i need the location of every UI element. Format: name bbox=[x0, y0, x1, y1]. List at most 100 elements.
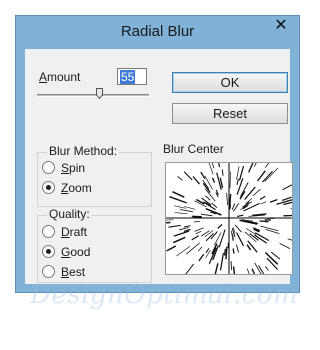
amount-slider-track[interactable] bbox=[37, 94, 149, 97]
blur-streak bbox=[166, 245, 177, 252]
amount-label: Amount bbox=[39, 70, 81, 84]
blur-streak bbox=[218, 229, 226, 248]
radio-zoom[interactable] bbox=[42, 181, 55, 194]
blur-streak bbox=[183, 228, 191, 232]
radio-best[interactable] bbox=[42, 265, 55, 278]
blur-streak bbox=[176, 245, 191, 257]
blur-streak bbox=[253, 163, 257, 167]
blur-streak bbox=[231, 203, 236, 210]
blur-streak bbox=[194, 227, 204, 232]
blur-streak bbox=[246, 244, 252, 251]
radio-spin-label[interactable]: Spin bbox=[61, 161, 85, 175]
blur-streak bbox=[290, 208, 292, 210]
blur-streak bbox=[234, 224, 242, 233]
blur-streak bbox=[265, 228, 280, 235]
blur-streak bbox=[217, 224, 223, 229]
blur-streak bbox=[179, 227, 189, 231]
ok-button[interactable]: OK bbox=[172, 72, 288, 93]
blur-streak bbox=[205, 208, 222, 216]
blur-streak bbox=[208, 163, 214, 175]
amount-input[interactable]: 55 bbox=[117, 68, 147, 85]
blur-streak bbox=[174, 205, 186, 209]
blur-streak bbox=[223, 248, 227, 256]
blur-streak bbox=[200, 230, 210, 237]
blur-streak bbox=[225, 246, 228, 260]
blur-streak bbox=[200, 171, 206, 180]
blur-streak bbox=[236, 232, 245, 247]
blur-center-label: Blur Center bbox=[163, 142, 224, 156]
blur-streak bbox=[235, 244, 240, 253]
blur-streak bbox=[260, 201, 267, 205]
radio-best-label[interactable]: Best bbox=[61, 265, 85, 279]
blur-streak bbox=[269, 198, 278, 203]
blur-streak bbox=[252, 188, 261, 197]
radial-blur-dialog: Radial Blur ✕ Amount 55 OK Reset Blur Me… bbox=[15, 15, 300, 293]
amount-slider-thumb[interactable] bbox=[96, 88, 103, 99]
blur-streak bbox=[221, 169, 224, 176]
radio-draft[interactable] bbox=[42, 225, 55, 238]
blur-streak bbox=[256, 170, 266, 182]
blur-streak bbox=[195, 230, 202, 235]
blur-streak bbox=[260, 225, 279, 232]
radio-spin[interactable] bbox=[42, 161, 55, 174]
blur-streak bbox=[174, 212, 188, 215]
blur-streak bbox=[236, 166, 240, 180]
blur-streak bbox=[214, 263, 219, 274]
blur-streak bbox=[264, 163, 270, 168]
blur-streak bbox=[198, 253, 205, 262]
blur-streak bbox=[283, 214, 292, 217]
blur-streak bbox=[193, 220, 201, 223]
blur-streak bbox=[232, 266, 236, 274]
radio-selected-dot bbox=[46, 185, 51, 190]
blur-center-preview[interactable] bbox=[165, 162, 293, 275]
blur-streak bbox=[218, 163, 221, 168]
blur-streak bbox=[205, 249, 211, 259]
blur-streak bbox=[205, 195, 211, 201]
blur-streak bbox=[195, 198, 205, 205]
blur-streak bbox=[183, 225, 191, 228]
blur-streak bbox=[259, 220, 269, 223]
blur-streak bbox=[172, 236, 186, 244]
blur-streak bbox=[168, 224, 181, 228]
blur-streak bbox=[229, 171, 231, 189]
dialog-title: Radial Blur bbox=[120, 23, 195, 40]
amount-value: 55 bbox=[120, 70, 136, 84]
blur-streak bbox=[236, 178, 239, 186]
blur-streak bbox=[219, 252, 224, 271]
blur-streak bbox=[270, 251, 281, 260]
blur-streak bbox=[259, 195, 266, 200]
blur-streak bbox=[166, 221, 171, 224]
radial-blur-preview-image bbox=[166, 163, 292, 274]
blur-streak bbox=[251, 268, 256, 274]
blur-streak bbox=[264, 167, 279, 182]
radio-draft-label[interactable]: Draft bbox=[61, 225, 87, 239]
blur-streak bbox=[197, 246, 203, 252]
blur-method-legend: Blur Method: bbox=[47, 144, 120, 158]
blur-streak bbox=[211, 202, 218, 208]
blur-streak bbox=[185, 263, 195, 274]
blur-method-group bbox=[37, 152, 152, 207]
blur-streak bbox=[287, 238, 292, 241]
blur-streak bbox=[239, 201, 253, 211]
reset-button[interactable]: Reset bbox=[172, 103, 288, 124]
watermark-text: DesignOptimal.com bbox=[30, 280, 299, 310]
close-icon[interactable]: ✕ bbox=[268, 16, 294, 36]
radio-zoom-label[interactable]: Zoom bbox=[61, 181, 92, 195]
blur-streak bbox=[185, 242, 200, 255]
blur-streak bbox=[282, 184, 292, 191]
blur-streak bbox=[238, 165, 245, 181]
blur-streak bbox=[232, 248, 235, 254]
blur-streak bbox=[240, 182, 249, 197]
radio-good[interactable] bbox=[42, 245, 55, 258]
dialog-body: Amount 55 OK Reset Blur Method: Spin Zoo… bbox=[25, 49, 293, 284]
blur-streak bbox=[205, 248, 210, 254]
blur-streak bbox=[248, 163, 254, 173]
blur-streak bbox=[226, 192, 229, 206]
radio-selected-dot bbox=[46, 249, 51, 254]
blur-streak bbox=[191, 235, 200, 241]
blur-streak bbox=[258, 265, 265, 274]
blur-streak bbox=[204, 188, 216, 202]
blur-streak bbox=[184, 206, 196, 210]
radio-good-label[interactable]: Good bbox=[61, 245, 90, 259]
blur-streak bbox=[244, 186, 256, 200]
